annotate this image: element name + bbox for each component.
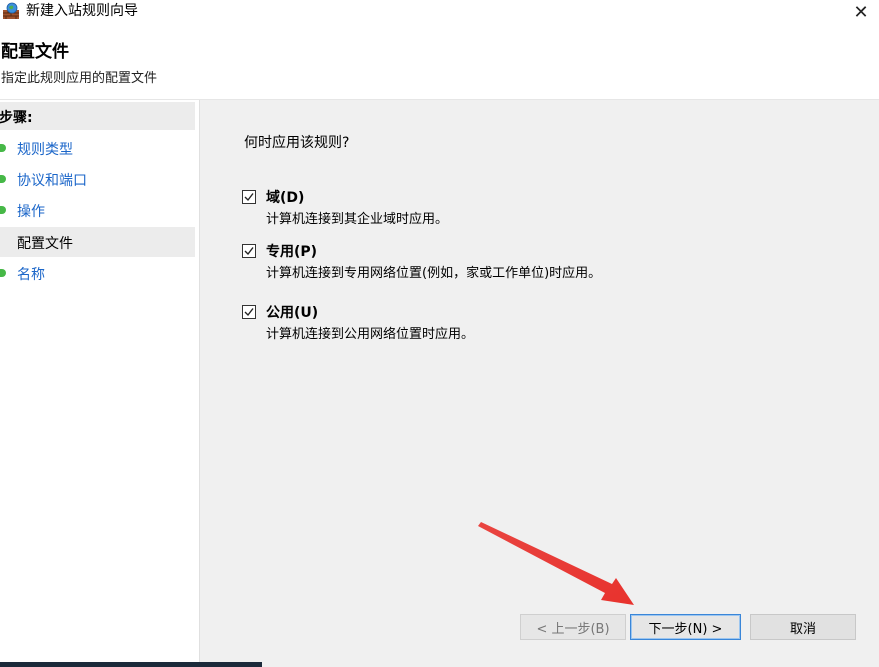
back-button[interactable]: < 上一步(B) (520, 614, 626, 640)
step-bullet-icon (0, 206, 6, 214)
step-protocol-ports[interactable]: 协议和端口 (0, 164, 195, 194)
public-description: 计算机连接到公用网络位置时应用。 (266, 327, 475, 342)
step-bullet-icon (0, 269, 6, 277)
main-panel: 何时应用该规则? 域(D) 计算机连接到其企业域时应用。 专用(P) 计算机连接… (200, 100, 879, 667)
step-profile[interactable]: 配置文件 (0, 227, 195, 257)
wizard-header: 配置文件 指定此规则应用的配置文件 (0, 24, 879, 100)
firewall-icon (3, 2, 19, 19)
step-label: 规则类型 (17, 142, 73, 158)
checkmark-icon (244, 247, 254, 256)
step-bullet-icon (0, 144, 6, 152)
next-button[interactable]: 下一步(N) > (630, 614, 741, 640)
question-label: 何时应用该规则? (244, 135, 350, 151)
steps-sidebar: 步骤: 规则类型 协议和端口 操作 配置文件 名称 (0, 100, 199, 667)
private-description: 计算机连接到专用网络位置(例如，家或工作单位)时应用。 (266, 266, 602, 281)
steps-heading-label: 步骤: (0, 110, 33, 126)
domain-checkbox[interactable] (242, 190, 256, 204)
page-title: 配置文件 (1, 42, 69, 62)
close-icon: ✕ (853, 1, 869, 23)
checkmark-icon (244, 193, 254, 202)
title-bar: 新建入站规则向导 ✕ (0, 0, 879, 24)
step-action[interactable]: 操作 (0, 195, 195, 225)
step-label: 协议和端口 (17, 173, 87, 189)
step-label: 操作 (17, 204, 45, 220)
step-name[interactable]: 名称 (0, 258, 195, 288)
private-label[interactable]: 专用(P) (266, 241, 317, 261)
public-label[interactable]: 公用(U) (266, 302, 318, 322)
page-subtitle: 指定此规则应用的配置文件 (1, 71, 158, 86)
step-label: 名称 (17, 267, 45, 283)
cancel-button[interactable]: 取消 (750, 614, 856, 640)
private-checkbox[interactable] (242, 244, 256, 258)
public-checkbox[interactable] (242, 305, 256, 319)
step-bullet-icon (0, 175, 6, 183)
checkmark-icon (244, 308, 254, 317)
step-label: 配置文件 (17, 236, 73, 252)
domain-description: 计算机连接到其企业域时应用。 (266, 212, 449, 227)
steps-heading: 步骤: (0, 102, 195, 130)
close-button[interactable]: ✕ (843, 0, 879, 24)
taskbar-strip (0, 662, 262, 667)
domain-label[interactable]: 域(D) (266, 187, 304, 207)
step-rule-type[interactable]: 规则类型 (0, 133, 195, 163)
window-title: 新建入站规则向导 (26, 3, 138, 19)
